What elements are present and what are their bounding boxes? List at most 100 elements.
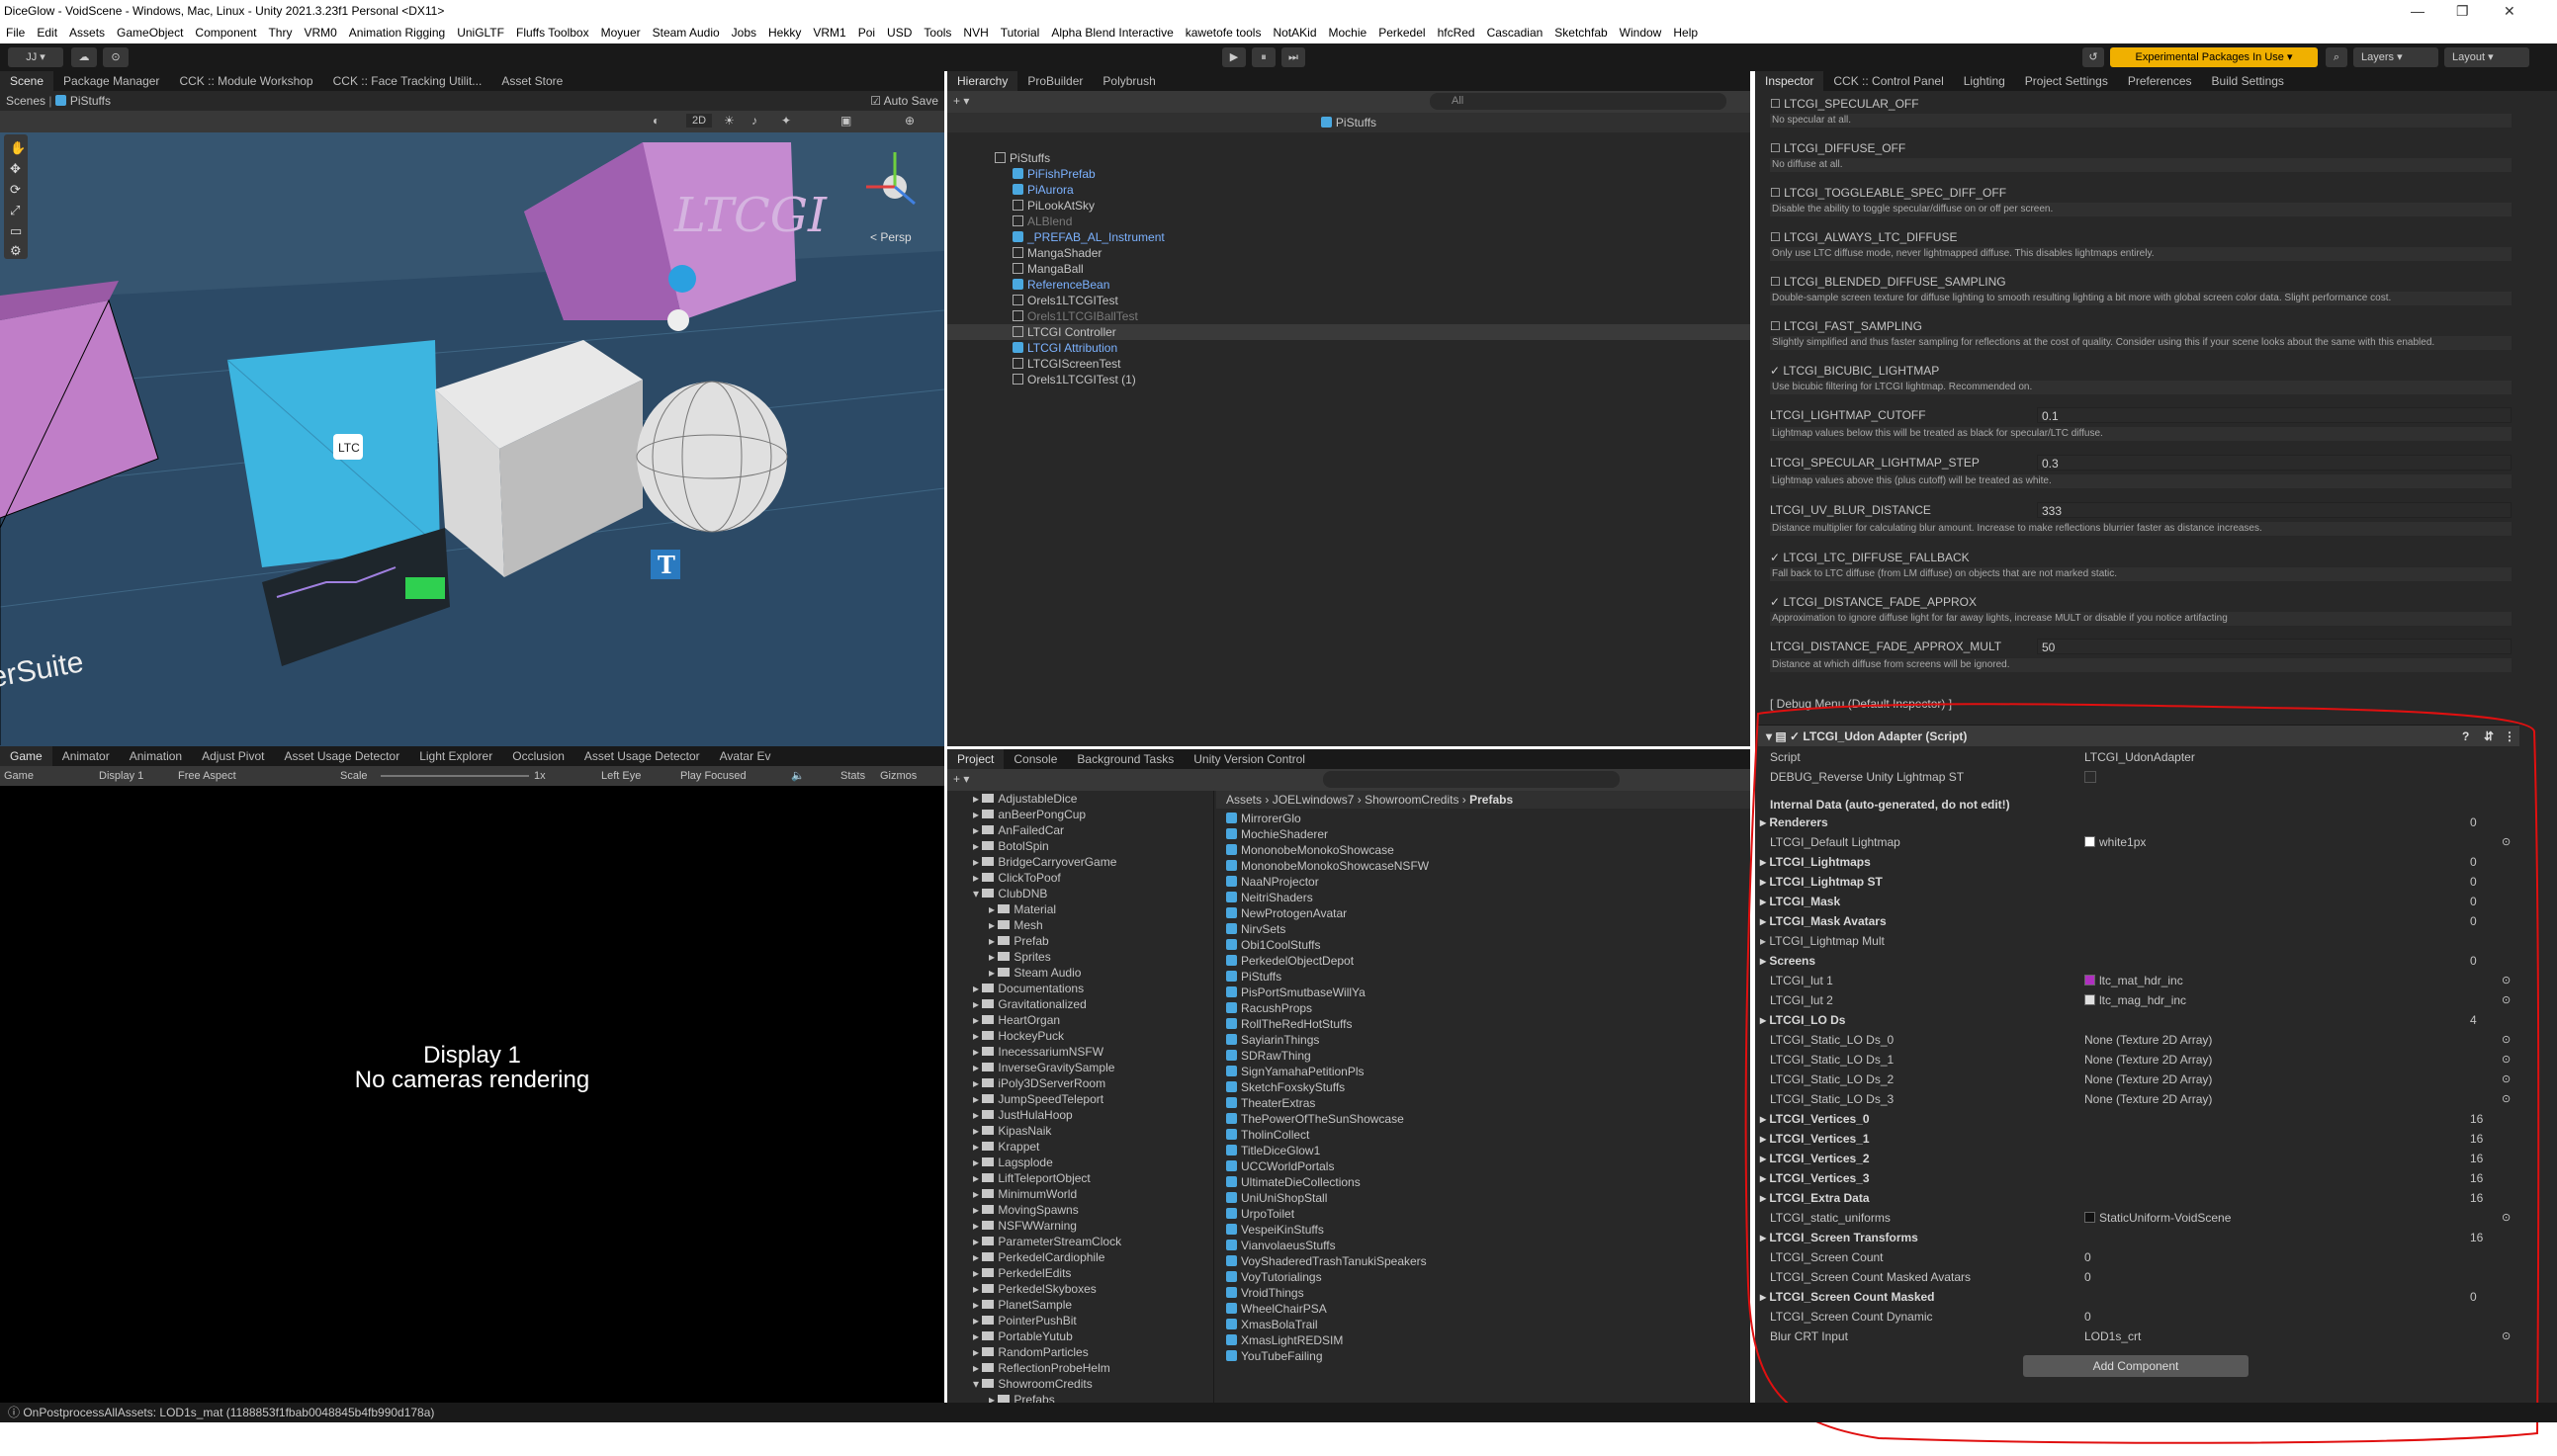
audio-icon[interactable]: ♪: [751, 114, 757, 128]
foldout-arrow-icon[interactable]: ▸: [1760, 1013, 1769, 1027]
folder-expand-arrow[interactable]: ▸: [989, 918, 998, 932]
breadcrumb-object[interactable]: PiStuffs: [70, 94, 111, 108]
project-search-input[interactable]: [1323, 771, 1620, 788]
foldout-arrow-icon[interactable]: ▸: [1760, 875, 1769, 889]
menu-item-nvh[interactable]: NVH: [957, 26, 994, 40]
checkbox[interactable]: ☐: [1770, 186, 1784, 200]
menu-item-kawetofe-tools[interactable]: kawetofe tools: [1180, 26, 1268, 40]
game-tab-adjust-pivot[interactable]: Adjust Pivot: [192, 746, 274, 766]
hierarchy-tab-probuilder[interactable]: ProBuilder: [1017, 71, 1093, 91]
hierarchy-tab-hierarchy[interactable]: Hierarchy: [947, 71, 1018, 91]
menu-item-component[interactable]: Component: [189, 26, 262, 40]
folder-expand-arrow[interactable]: ▸: [973, 1314, 982, 1328]
inspector-tab-project-settings[interactable]: Project Settings: [2015, 71, 2118, 91]
create-add-button[interactable]: + ▾: [953, 94, 969, 108]
component-enabled-checkbox[interactable]: ✓: [1790, 729, 1803, 743]
asset-item[interactable]: TholinCollect: [1226, 1127, 1309, 1143]
menu-item-hekky[interactable]: Hekky: [762, 26, 807, 40]
asset-item[interactable]: VoyTutorialings: [1226, 1269, 1322, 1285]
project-folder[interactable]: ▸ PerkedelSkyboxes: [973, 1281, 1097, 1297]
folder-expand-arrow[interactable]: ▸: [973, 871, 982, 885]
step-button[interactable]: ⏭: [1281, 47, 1305, 67]
field-count[interactable]: 16: [2470, 1130, 2483, 1148]
scene-viewport[interactable]: LTCGI LTC T erSuite < Persp ✋ ✥ ⟳ ⤢ ▭ ⚙: [0, 132, 944, 746]
game-tab-asset-usage-detector[interactable]: Asset Usage Detector: [274, 746, 409, 766]
asset-item[interactable]: NirvSets: [1226, 921, 1285, 937]
folder-expand-arrow[interactable]: ▸: [973, 997, 982, 1011]
asset-item[interactable]: XmasLightREDSIM: [1226, 1332, 1343, 1348]
mute-audio-icon[interactable]: 🔈: [791, 766, 805, 786]
project-folder[interactable]: ▸ iPoly3DServerRoom: [973, 1075, 1105, 1091]
project-folder[interactable]: ▸ Material: [989, 901, 1056, 917]
search-icon[interactable]: ⌕: [2326, 47, 2347, 67]
value-field[interactable]: 0.3: [2037, 455, 2512, 471]
asset-item[interactable]: XmasBolaTrail: [1226, 1317, 1318, 1332]
object-picker-icon[interactable]: ⊙: [2502, 972, 2511, 989]
menu-item-poi[interactable]: Poi: [852, 26, 881, 40]
component-field-row[interactable]: ▸ LTCGI_Vertices_0: [1760, 1110, 1870, 1128]
foldout-arrow-icon[interactable]: ▾: [1766, 729, 1775, 743]
folder-expand-arrow[interactable]: ▸: [973, 1298, 982, 1312]
folder-expand-arrow[interactable]: ▸: [973, 1076, 982, 1090]
breadcrumb-segment[interactable]: Prefabs: [1469, 793, 1513, 807]
asset-item[interactable]: Obi1CoolStuffs: [1226, 937, 1321, 953]
autosave-toggle[interactable]: ☑ Auto Save: [870, 91, 938, 111]
close-button[interactable]: ✕: [2504, 0, 2515, 22]
asset-item[interactable]: PerkedelObjectDepot: [1226, 953, 1354, 969]
project-folder[interactable]: ▸ ParameterStreamClock: [973, 1234, 1121, 1249]
field-count[interactable]: 0: [2470, 893, 2477, 910]
folder-expand-arrow[interactable]: ▸: [973, 855, 982, 869]
component-field-row[interactable]: ▸ LTCGI_Lightmap ST: [1760, 873, 1883, 891]
hierarchy-item[interactable]: Orels1LTCGITest (1): [1013, 372, 1136, 387]
project-folder[interactable]: ▾ ClubDNB: [973, 886, 1047, 901]
object-picker-icon[interactable]: ⊙: [2502, 1209, 2511, 1227]
project-folder[interactable]: ▸ PortableYutub: [973, 1328, 1073, 1344]
game-tab-game[interactable]: Game: [0, 746, 52, 766]
component-field-row[interactable]: ▸ LTCGI_Vertices_1: [1760, 1130, 1870, 1148]
menu-item-perkedel[interactable]: Perkedel: [1372, 26, 1431, 40]
account-dropdown[interactable]: JJ ▾: [8, 47, 63, 67]
project-folder[interactable]: ▸ ReflectionProbeHelm: [973, 1360, 1110, 1376]
persp-label[interactable]: < Persp: [870, 230, 912, 244]
rotate-tool-icon[interactable]: ⟳: [10, 182, 21, 197]
object-picker-icon[interactable]: ⊙: [2502, 1090, 2511, 1108]
menu-item-unigltf[interactable]: UniGLTF: [451, 26, 510, 40]
folder-expand-arrow[interactable]: ▸: [973, 1013, 982, 1027]
hierarchy-item[interactable]: PiFishPrefab: [1013, 166, 1096, 182]
menu-item-hfcred[interactable]: hfcRed: [1432, 26, 1481, 40]
menu-item-cascadian[interactable]: Cascadian: [1481, 26, 1549, 40]
object-picker-icon[interactable]: ⊙: [2502, 1071, 2511, 1088]
scene-tab-asset-store[interactable]: Asset Store: [491, 71, 573, 91]
game-tab-animator[interactable]: Animator: [52, 746, 120, 766]
game-tab-asset-usage-detector[interactable]: Asset Usage Detector: [574, 746, 710, 766]
object-field[interactable]: None (Texture 2D Array): [2084, 1051, 2212, 1069]
menu-item-jobs[interactable]: Jobs: [726, 26, 762, 40]
field-count[interactable]: 16: [2470, 1169, 2483, 1187]
folder-expand-arrow[interactable]: ▸: [973, 792, 982, 806]
play-focused-dropdown[interactable]: Play Focused: [680, 766, 747, 786]
asset-item[interactable]: VroidThings: [1226, 1285, 1304, 1301]
hierarchy-item[interactable]: _PREFAB_AL_Instrument: [1013, 229, 1165, 245]
collab-icon[interactable]: ⊙: [103, 47, 129, 67]
breadcrumb-segment[interactable]: JOELwindows7: [1273, 793, 1355, 807]
project-folder[interactable]: ▸ NSFWWarning: [973, 1218, 1077, 1234]
field-count[interactable]: 0: [2470, 1288, 2477, 1306]
menu-item-moyuer[interactable]: Moyuer: [595, 26, 647, 40]
object-field[interactable]: ltc_mat_hdr_inc: [2084, 972, 2183, 989]
hierarchy-item[interactable]: MangaBall: [1013, 261, 1084, 277]
checkbox[interactable]: ☐: [1770, 319, 1784, 333]
object-picker-icon[interactable]: ⊙: [2502, 1051, 2511, 1069]
hierarchy-item[interactable]: ALBlend: [1013, 214, 1072, 229]
menu-item-window[interactable]: Window: [1614, 26, 1668, 40]
component-field-row[interactable]: ▸ LTCGI_Mask: [1760, 893, 1840, 910]
menu-item-vrm0[interactable]: VRM0: [298, 26, 342, 40]
project-folder[interactable]: ▸ Mesh: [989, 917, 1043, 933]
inspector-toggle-row[interactable]: ✓ LTCGI_BICUBIC_LIGHTMAP: [1770, 361, 1939, 381]
folder-expand-arrow[interactable]: ▸: [973, 1108, 982, 1122]
asset-item[interactable]: UCCWorldPortals: [1226, 1158, 1334, 1174]
menu-item-fluffs-toolbox[interactable]: Fluffs Toolbox: [510, 26, 595, 40]
project-folder[interactable]: ▸ Krappet: [973, 1139, 1039, 1155]
object-picker-icon[interactable]: ⊙: [2502, 833, 2511, 851]
project-folder[interactable]: ▸ ClickToPoof: [973, 870, 1061, 886]
foldout-arrow-icon[interactable]: ▸: [1760, 855, 1769, 869]
